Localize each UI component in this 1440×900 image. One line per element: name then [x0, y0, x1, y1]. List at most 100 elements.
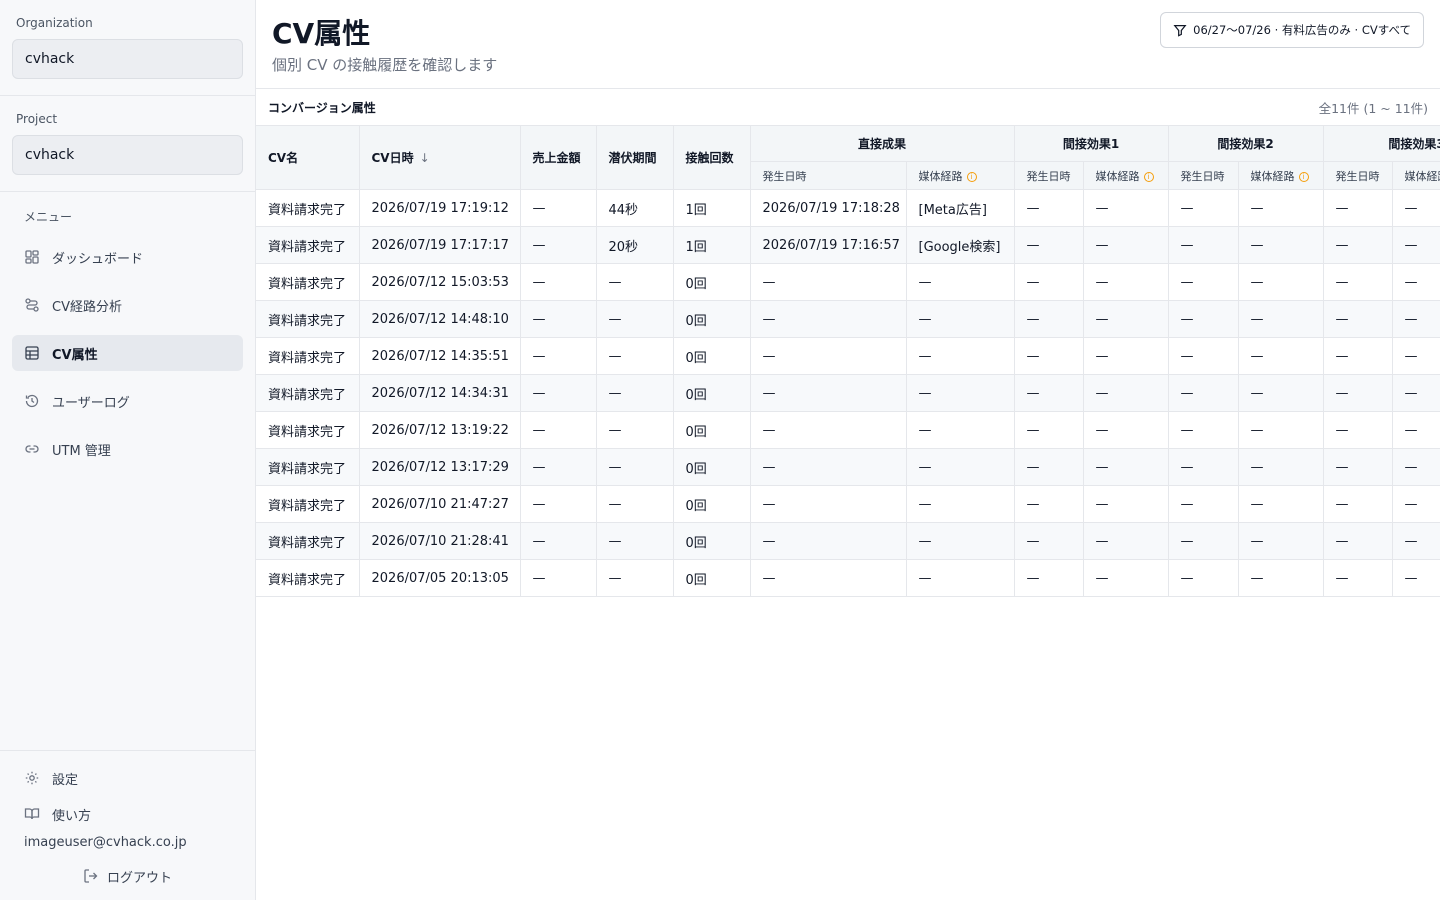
organization-label: Organization — [16, 16, 93, 30]
table-row[interactable]: 資料請求完了 2026/07/19 17:19:12—44秒 1回 2026/07/1… — [256, 189, 1440, 227]
table-cell: 資料請求完了 — [256, 522, 360, 560]
col-header-sales[interactable]: 売上金額 — [519, 125, 597, 190]
table-cell: 2026/07/12 13:17:29 — [358, 448, 521, 486]
table-cell: — — [1082, 374, 1169, 412]
table-row[interactable]: 資料請求完了 2026/07/12 14:35:51— —0回 — — — — — — — — — [256, 337, 1440, 375]
sidebar-item-label: CV属性 — [52, 347, 98, 363]
table-caption: コンバージョン属性 — [268, 100, 376, 115]
table-cell: — — [1322, 300, 1393, 338]
table-icon — [24, 345, 40, 361]
table-cell: — — [749, 300, 907, 338]
table-row[interactable]: 資料請求完了 2026/07/12 13:19:22— —0回 — — — — — — — — — [256, 411, 1440, 449]
page-subtitle: 個別 CV の接触履歴を確認します — [272, 56, 498, 74]
table-cell: — — [749, 448, 907, 486]
project-select[interactable]: cvhack — [12, 135, 243, 175]
dashboard-icon — [24, 249, 40, 265]
table-cell: 2026/07/19 17:17:17 — [358, 226, 521, 264]
sidebar-item-user-log[interactable]: ユーザーログ — [12, 383, 243, 419]
main-content: CV属性 個別 CV の接触履歴を確認します 06/27〜07/26 · 有料広… — [256, 0, 1440, 900]
table-cell: — — [1322, 485, 1393, 523]
logout-button[interactable]: ログアウト — [12, 864, 243, 888]
project-section: Project cvhack — [0, 96, 255, 192]
table-cell: 0回 — [672, 485, 751, 523]
table-cell: — — [1391, 300, 1440, 338]
table-cell: [Meta広告] — [905, 189, 1015, 227]
table-cell: 2026/07/12 14:34:31 — [358, 374, 521, 412]
gear-icon — [24, 770, 40, 786]
table-cell: 2026/07/12 14:35:51 — [358, 337, 521, 375]
sidebar-item-cv-route[interactable]: CV経路分析 — [12, 287, 243, 323]
sidebar-item-label: ダッシュボード — [52, 251, 144, 267]
table-cell: 0回 — [672, 374, 751, 412]
settings-link[interactable]: 設定 — [12, 763, 243, 793]
table-row[interactable]: 資料請求完了 2026/07/10 21:47:27— —0回 — — — — — — — — — [256, 485, 1440, 523]
col-header-cv-datetime[interactable]: CV日時 ↓ — [358, 125, 521, 190]
table-cell: — — [1167, 411, 1239, 449]
sub-header-occurred: 発生日時 — [1013, 161, 1084, 190]
table-cell: — — [1082, 226, 1169, 264]
table-cell: — — [1391, 485, 1440, 523]
link-icon — [24, 441, 40, 457]
col-header-latency[interactable]: 潜伏期間 — [595, 125, 674, 190]
table-cell: — — [905, 485, 1015, 523]
table-cell: — — [1322, 374, 1393, 412]
table-cell: — — [1391, 522, 1440, 560]
table-body: 資料請求完了 2026/07/19 17:19:12—44秒 1回 2026/07/1… — [256, 189, 1440, 597]
sort-desc-icon[interactable]: ↓ — [420, 151, 430, 165]
sub-header-occurred: 発生日時 — [1322, 161, 1393, 190]
group-header-indirect2: 間接効果2 — [1167, 125, 1324, 162]
group-header-indirect1: 間接効果1 — [1013, 125, 1169, 162]
table-cell: — — [519, 337, 597, 375]
table-cell: — — [1167, 226, 1239, 264]
col-header-contacts[interactable]: 接触回数 — [672, 125, 751, 190]
table-row[interactable]: 資料請求完了 2026/07/10 21:28:41— —0回 — — — — — — — — — [256, 522, 1440, 560]
help-link[interactable]: 使い方 — [12, 799, 243, 829]
table-cell: — — [1322, 337, 1393, 375]
table-cell: — — [519, 448, 597, 486]
table-cell: — — [1167, 337, 1239, 375]
table-cell: — — [1237, 411, 1324, 449]
table-cell: — — [1391, 559, 1440, 597]
sidebar-item-label: CV経路分析 — [52, 299, 122, 315]
table-row[interactable]: 資料請求完了 2026/07/05 20:13:05— —0回 — — — — — — — — — [256, 559, 1440, 597]
table-cell: — — [1391, 374, 1440, 412]
filter-button[interactable]: 06/27〜07/26 · 有料広告のみ · CVすべて — [1160, 12, 1424, 48]
table-cell: — — [1391, 411, 1440, 449]
table-cell: — — [905, 559, 1015, 597]
table-count: 全11件 (1 ~ 11件) — [1318, 100, 1428, 116]
table-cell: — — [595, 411, 674, 449]
sidebar-item-utm[interactable]: UTM 管理 — [12, 431, 243, 467]
table-row[interactable]: 資料請求完了 2026/07/12 13:17:29— —0回 — — — — — — — — — [256, 448, 1440, 486]
table-cell: 44秒 — [595, 189, 674, 227]
organization-select[interactable]: cvhack — [12, 39, 243, 79]
table-cell: 2026/07/10 21:47:27 — [358, 485, 521, 523]
col-header-cv-name[interactable]: CV名 — [256, 125, 360, 190]
table-cell: 2026/07/19 17:19:12 — [358, 189, 521, 227]
group-header-direct: 直接成果 — [749, 125, 1015, 162]
table-row[interactable]: 資料請求完了 2026/07/12 14:48:10— —0回 — — — — — — — — — [256, 300, 1440, 338]
table-row[interactable]: 資料請求完了 2026/07/12 15:03:53— —0回 — — — — — — — — — [256, 263, 1440, 301]
table-cell: — — [519, 300, 597, 338]
table-row[interactable]: 資料請求完了 2026/07/12 14:34:31— —0回 — — — — — — — — — [256, 374, 1440, 412]
info-icon[interactable]: i — [966, 171, 977, 182]
table-cell: 0回 — [672, 263, 751, 301]
table-cell: 2026/07/05 20:13:05 — [358, 559, 521, 597]
table-cell: 資料請求完了 — [256, 226, 360, 264]
help-label: 使い方 — [52, 808, 92, 824]
sidebar-item-cv-attributes[interactable]: CV属性 — [12, 335, 243, 371]
table-scroll-container[interactable]: CV名 CV日時 ↓ 売上金額 潜伏期間 接触回数 直接成果 間接効果1 間接効果… — [256, 125, 1440, 597]
table-cell: — — [1082, 448, 1169, 486]
table-cell: — — [1322, 411, 1393, 449]
table-cell: — — [1237, 485, 1324, 523]
table-row[interactable]: 資料請求完了 2026/07/19 17:17:17—20秒 1回 2026/07/1… — [256, 226, 1440, 264]
table-cell: — — [1167, 300, 1239, 338]
table-cell: — — [519, 226, 597, 264]
table-cell: 0回 — [672, 448, 751, 486]
sidebar-item-dashboard[interactable]: ダッシュボード — [12, 239, 243, 275]
info-icon[interactable]: i — [1143, 171, 1154, 182]
table-cell: — — [519, 485, 597, 523]
sidebar: Organization cvhack Project cvhack メニュー … — [0, 0, 256, 900]
info-icon[interactable]: i — [1298, 171, 1309, 182]
table-cell: — — [519, 263, 597, 301]
table-cell: — — [519, 189, 597, 227]
